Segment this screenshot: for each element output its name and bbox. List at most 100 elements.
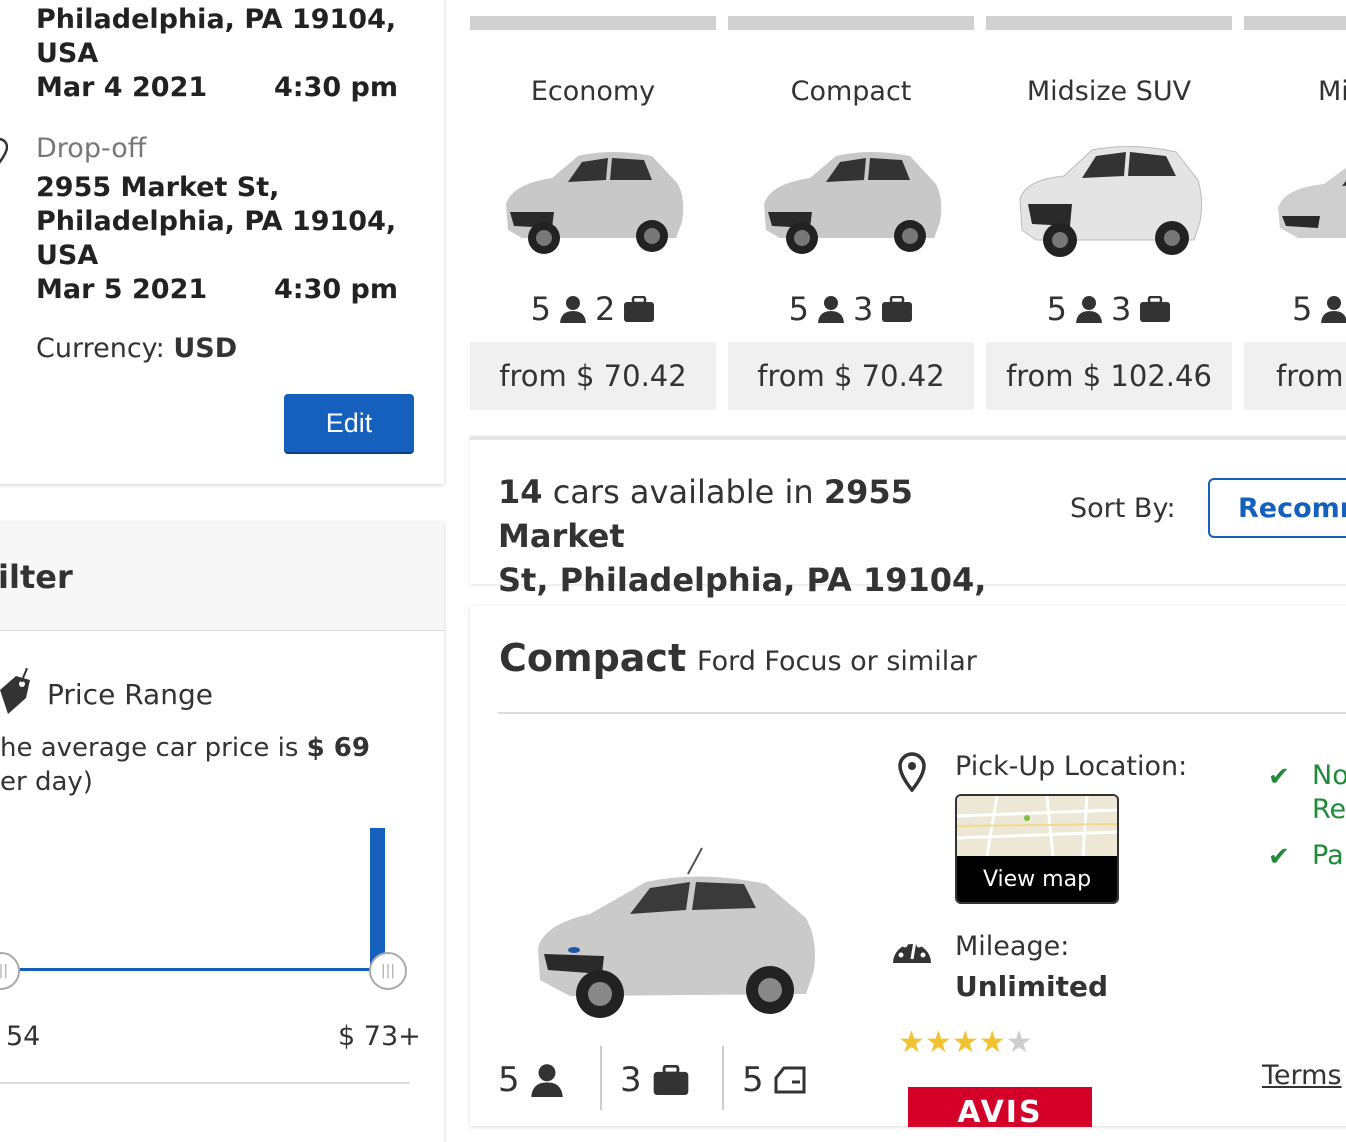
spec-divider: [600, 1046, 602, 1110]
person-icon: [818, 296, 844, 323]
suv-car-image: [1019, 145, 1203, 257]
pickup-location-label: Pick-Up Location:: [955, 751, 1188, 782]
spec-divider: [722, 1046, 724, 1110]
star-full-icon: ★: [924, 1025, 952, 1060]
filter-divider: [0, 1082, 410, 1084]
avis-logo: AVIS: [908, 1087, 1092, 1127]
passenger-count: 5: [530, 290, 551, 328]
dropoff-date: Mar 5 2021: [36, 274, 208, 305]
car-doors: 5: [742, 1060, 806, 1100]
class-card-partial[interactable]: Mi 5 from: [1244, 16, 1346, 410]
class-price: from $ 70.42: [470, 342, 716, 410]
hatchback-car-image: [506, 152, 684, 254]
suitcase-icon: [882, 296, 913, 322]
results-text: cars available in: [552, 473, 814, 511]
class-price: from $ 70.42: [728, 342, 974, 410]
class-card-economy[interactable]: Economy 5 2 from $ 70.42: [470, 16, 716, 410]
dropoff-address-line2: Philadelphia, PA 19104,: [36, 206, 397, 237]
class-name: Midsize SUV: [1026, 76, 1192, 107]
star-full-icon: ★: [951, 1025, 979, 1060]
car-card-divider: [498, 712, 1346, 714]
class-card-bar: [1244, 16, 1346, 30]
price-average-text: he average car price is $ 69: [0, 733, 370, 763]
class-card-bar: [986, 16, 1232, 30]
location-pin-icon: [897, 752, 927, 796]
class-name: Economy: [530, 76, 656, 107]
bag-count: 3: [1111, 290, 1132, 328]
price-slider-track: [8, 968, 382, 971]
price-tag-icon: [0, 667, 34, 722]
star-full-icon: ★: [978, 1025, 1006, 1060]
class-card-compact[interactable]: Compact 5 3 from $ 70.42: [728, 16, 974, 410]
class-price: from $ 102.46: [986, 342, 1232, 410]
bag-count: 2: [595, 290, 616, 328]
dropoff-label: Drop-off: [36, 133, 147, 164]
filter-title: ilter: [0, 558, 73, 596]
class-capacity: 5 3: [728, 290, 974, 328]
car-model: Ford Focus or similar: [697, 646, 977, 677]
price-max-label: $ 73+: [338, 1021, 421, 1052]
star-empty-icon: ★: [1005, 1025, 1033, 1060]
price-average-suffix: er day): [0, 767, 93, 797]
pickup-address-line2: Philadelphia, PA 19104,: [36, 4, 397, 35]
ford-focus-image: [538, 847, 815, 1018]
sort-dropdown[interactable]: Recomm: [1208, 478, 1346, 538]
suitcase-icon: [624, 296, 655, 322]
mileage-value: Unlimited: [955, 970, 1109, 1003]
price-min-label: 54: [6, 1021, 41, 1052]
rating-stars: ★ ★ ★ ★ ★: [898, 1028, 1033, 1058]
suitcase-icon: [1140, 296, 1171, 322]
class-capacity: 5 3: [986, 290, 1232, 328]
door-count: 5: [742, 1060, 764, 1100]
currency-row: Currency: USD: [36, 333, 237, 364]
currency-value: USD: [173, 333, 238, 364]
map-thumbnail-image: [957, 796, 1117, 857]
car-passengers: 5: [498, 1060, 564, 1100]
pickup-address-line3: USA: [36, 38, 99, 69]
suitcase-icon: [653, 1065, 688, 1095]
speedometer-icon: [891, 933, 933, 969]
class-name: Compact: [790, 76, 912, 107]
sort-by-label: Sort By:: [1070, 493, 1176, 524]
star-full-icon: ★: [898, 1025, 925, 1060]
class-card-midsize-suv[interactable]: Midsize SUV 5 3 from $ 102.46: [986, 16, 1232, 410]
class-card-bar: [728, 16, 974, 30]
car-door-icon: [774, 1066, 806, 1094]
price-slider-max-handle[interactable]: |||: [369, 952, 407, 990]
bag-count: 3: [620, 1060, 642, 1100]
dropoff-time: 4:30 pm: [274, 274, 399, 305]
passenger-count: 5: [1292, 290, 1313, 328]
hatchback-car-image: [764, 152, 942, 254]
dropoff-address-line1: 2955 Market St,: [36, 172, 280, 203]
bag-count: 3: [853, 290, 874, 328]
avis-logo-text: AVIS: [957, 1095, 1043, 1127]
mileage-label: Mileage:: [955, 931, 1070, 962]
pickup-date: Mar 4 2021: [36, 72, 208, 103]
pickup-time: 4:30 pm: [274, 72, 399, 103]
price-histogram-bar: [370, 828, 385, 970]
feature-item: Re: [1312, 794, 1346, 825]
person-icon: [1321, 296, 1346, 323]
edit-button[interactable]: Edit: [284, 394, 414, 452]
currency-label: Currency:: [36, 333, 165, 364]
person-icon: [560, 296, 586, 323]
results-summary-line1: 14 cars available in 2955 Market: [498, 470, 1038, 558]
dropoff-address-line3: USA: [36, 240, 99, 271]
car-bags: 3: [620, 1060, 690, 1100]
person-icon: [530, 1064, 563, 1097]
location-pin-icon: [0, 137, 9, 168]
results-count: 14: [498, 473, 543, 511]
passenger-count: 5: [788, 290, 809, 328]
checkmark-icon: ✔: [1268, 842, 1290, 872]
class-card-bar: [470, 16, 716, 30]
view-map-button[interactable]: View map: [955, 794, 1119, 904]
terms-link[interactable]: Terms: [1262, 1060, 1342, 1091]
view-map-label: View map: [957, 856, 1117, 902]
price-average-prefix: he average car price is: [0, 733, 299, 763]
class-capacity: 5 2: [470, 290, 716, 328]
feature-item: Pa: [1312, 840, 1344, 871]
price-average-value: $ 69: [306, 733, 370, 763]
person-icon: [1076, 296, 1102, 323]
class-name: Mi: [1318, 76, 1346, 107]
feature-item: No: [1312, 760, 1346, 791]
